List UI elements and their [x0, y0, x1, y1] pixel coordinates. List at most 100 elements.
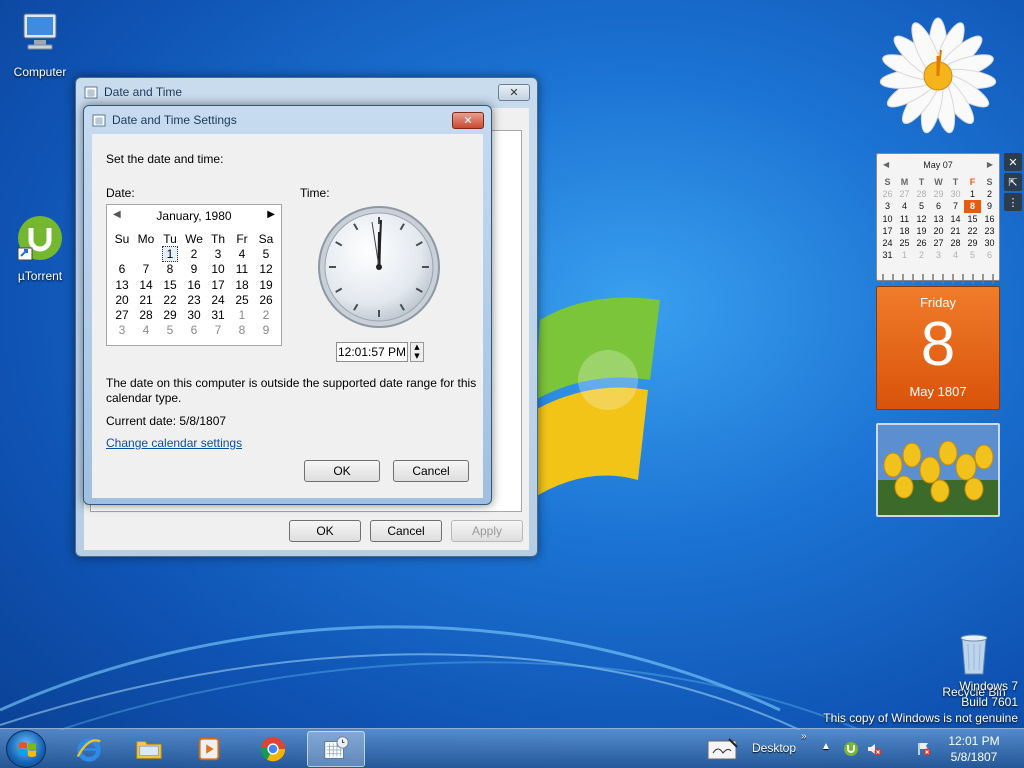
calendar-gadget[interactable]: ◀ May 07 ▶ SMTWTFS 26 27 28 29 30 1 2 3 4 5 6 7 8 9 10… — [876, 153, 1000, 284]
mini-cal-day[interactable]: 20 — [930, 225, 947, 237]
outer-apply-button[interactable]: Apply — [451, 520, 523, 542]
mini-cal-day[interactable]: 1 — [964, 188, 981, 200]
mini-cal-day[interactable]: 28 — [947, 237, 964, 249]
mini-cal-day[interactable]: 2 — [913, 249, 930, 261]
mini-cal-day[interactable]: 30 — [981, 237, 998, 249]
action-center-flag-icon[interactable] — [916, 741, 932, 757]
outer-cancel-button[interactable]: Cancel — [370, 520, 442, 542]
calendar-day[interactable]: 7 — [134, 262, 158, 277]
calendar-day[interactable]: 19 — [254, 277, 278, 292]
mini-cal-day[interactable]: 5 — [913, 200, 930, 212]
mini-cal-day[interactable]: 31 — [879, 249, 896, 261]
mini-cal-day[interactable]: 27 — [896, 188, 913, 200]
calendar-day[interactable]: 1 — [230, 307, 254, 322]
mini-cal-day[interactable]: 27 — [930, 237, 947, 249]
mini-cal-day[interactable]: 5 — [964, 249, 981, 261]
start-button[interactable] — [6, 730, 46, 768]
mini-cal-day[interactable]: 7 — [947, 200, 964, 212]
calendar-day[interactable]: 3 — [110, 323, 134, 338]
calendar-day[interactable]: 31 — [206, 307, 230, 322]
outer-titlebar[interactable]: Date and Time — [76, 78, 537, 106]
time-input[interactable]: 12:01:57 PM — [336, 342, 408, 362]
calendar-day[interactable]: 3 — [206, 246, 230, 261]
date-calendar[interactable]: ◀ January, 1980 ▶ Su Mo Tu We Th Fr Sa 1234567… — [106, 204, 282, 346]
mini-cal-day[interactable]: 3 — [879, 200, 896, 212]
taskbar-explorer[interactable] — [120, 731, 178, 767]
mini-cal-day[interactable]: 25 — [896, 237, 913, 249]
mini-cal-day[interactable]: 26 — [879, 188, 896, 200]
calendar-day[interactable]: 16 — [182, 277, 206, 292]
mini-cal-day[interactable]: 2 — [981, 188, 998, 200]
calendar-day[interactable]: 20 — [110, 292, 134, 307]
mini-cal-day[interactable]: 8 — [964, 200, 981, 213]
calendar-day[interactable]: 28 — [134, 307, 158, 322]
mini-cal-day[interactable]: 17 — [879, 225, 896, 237]
mini-cal-day[interactable]: 9 — [981, 200, 998, 212]
calendar-day[interactable]: 2 — [182, 246, 206, 261]
dialog-close-button[interactable]: ✕ — [452, 112, 484, 129]
calendar-day[interactable]: 2 — [254, 307, 278, 322]
calendar-day[interactable]: 5 — [158, 323, 182, 338]
calendar-day[interactable]: 1 — [158, 245, 182, 262]
calendar-day[interactable]: 27 — [110, 307, 134, 322]
dialog-titlebar[interactable]: Date and Time Settings — [84, 106, 491, 134]
outer-close-button[interactable]: ✕ — [498, 84, 530, 101]
computer-desktop-icon[interactable]: Computer — [0, 10, 80, 79]
calendar-day[interactable]: 29 — [158, 307, 182, 322]
calendar-day[interactable]: 9 — [182, 262, 206, 277]
calendar-day-card[interactable]: Friday 8 May 1807 — [876, 286, 1000, 410]
gadget-resize-icon[interactable]: ⇱ — [1004, 173, 1022, 191]
mini-cal-day[interactable]: 6 — [930, 200, 947, 212]
mini-cal-day[interactable]: 6 — [981, 249, 998, 261]
calendar-day[interactable]: 8 — [158, 262, 182, 277]
show-hidden-icons-icon[interactable]: ▲ — [821, 741, 831, 752]
calendar-day[interactable]: 8 — [230, 323, 254, 338]
toolbar-expand-icon[interactable]: » — [801, 731, 807, 742]
calendar-day[interactable]: 12 — [254, 262, 278, 277]
mini-cal-day[interactable]: 23 — [981, 225, 998, 237]
mini-cal-day[interactable]: 18 — [896, 225, 913, 237]
outer-ok-button[interactable]: OK — [289, 520, 361, 542]
mini-cal-next-icon[interactable]: ▶ — [987, 160, 993, 169]
pen-input-icon[interactable] — [706, 737, 740, 761]
taskbar-media-player[interactable] — [180, 731, 238, 767]
calendar-day[interactable]: 18 — [230, 277, 254, 292]
utorrent-desktop-icon[interactable]: µTorrent — [0, 214, 80, 283]
calendar-day[interactable]: 11 — [230, 262, 254, 277]
mini-cal-day[interactable]: 3 — [930, 249, 947, 261]
calendar-day[interactable]: 14 — [134, 277, 158, 292]
mini-cal-day[interactable]: 22 — [964, 225, 981, 237]
dialog-cancel-button[interactable]: Cancel — [393, 460, 469, 482]
calendar-day[interactable]: 4 — [134, 323, 158, 338]
mini-cal-day[interactable]: 11 — [896, 213, 913, 225]
calendar-next-icon[interactable]: ▶ — [267, 209, 275, 220]
calendar-day[interactable]: 15 — [158, 277, 182, 292]
calendar-day[interactable]: 23 — [182, 292, 206, 307]
gadget-close-icon[interactable]: ✕ — [1004, 153, 1022, 171]
mini-cal-day[interactable]: 19 — [913, 225, 930, 237]
calendar-day[interactable]: 6 — [182, 323, 206, 338]
mini-cal-day[interactable]: 29 — [930, 188, 947, 200]
mini-cal-day[interactable]: 29 — [964, 237, 981, 249]
calendar-day[interactable]: 22 — [158, 292, 182, 307]
taskbar-clock[interactable]: 12:01 PM 5/8/1807 — [942, 733, 1006, 765]
spin-up-icon[interactable]: ▲ — [411, 343, 423, 352]
mini-cal-day[interactable]: 4 — [947, 249, 964, 261]
calendar-day[interactable]: 21 — [134, 292, 158, 307]
calendar-day[interactable]: 25 — [230, 292, 254, 307]
calendar-day[interactable]: 17 — [206, 277, 230, 292]
mini-cal-prev-icon[interactable]: ◀ — [883, 160, 889, 169]
calendar-day[interactable]: 4 — [230, 246, 254, 261]
mini-cal-day[interactable]: 1 — [896, 249, 913, 261]
calendar-day[interactable]: 26 — [254, 292, 278, 307]
mini-cal-day[interactable]: 28 — [913, 188, 930, 200]
mini-cal-day[interactable]: 4 — [896, 200, 913, 212]
calendar-day[interactable]: 10 — [206, 262, 230, 277]
mini-cal-day[interactable]: 21 — [947, 225, 964, 237]
mini-cal-day[interactable]: 15 — [964, 213, 981, 225]
calendar-day[interactable]: 13 — [110, 277, 134, 292]
taskbar-chrome[interactable] — [244, 731, 302, 767]
calendar-day[interactable]: 24 — [206, 292, 230, 307]
calendar-day[interactable]: 7 — [206, 323, 230, 338]
mini-cal-day[interactable]: 13 — [930, 213, 947, 225]
